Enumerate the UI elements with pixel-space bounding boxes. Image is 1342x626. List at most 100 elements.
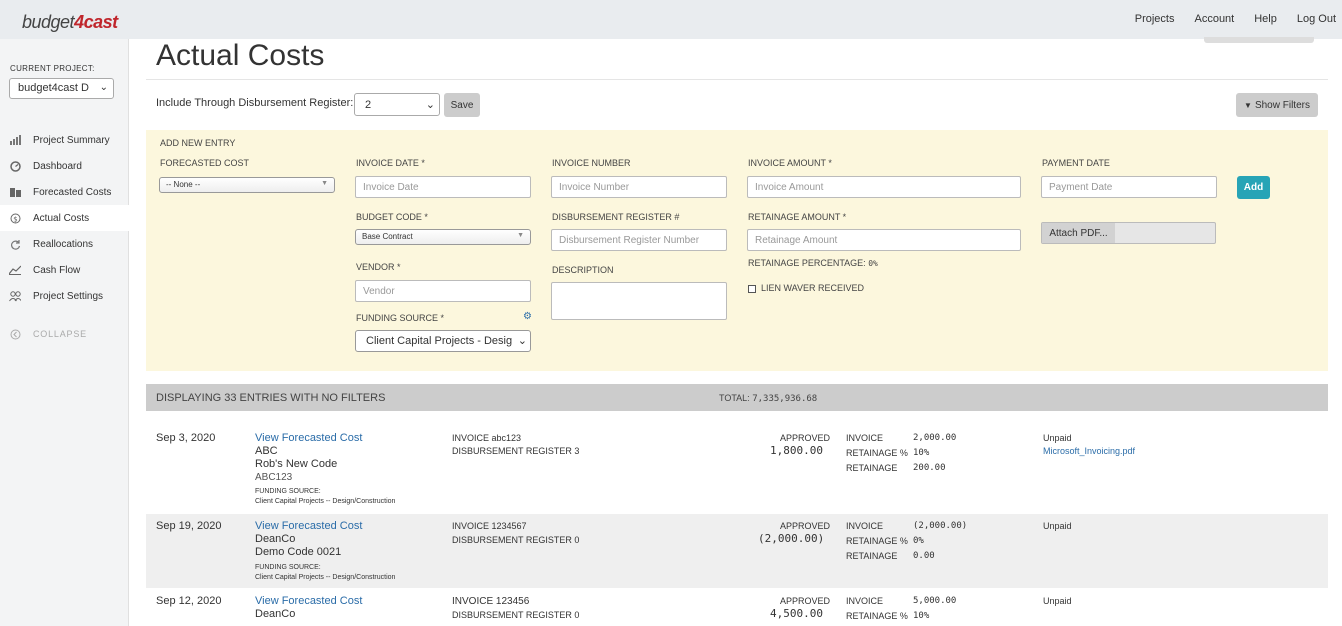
title-divider xyxy=(146,79,1328,80)
gauge-icon xyxy=(9,160,21,172)
save-button[interactable]: Save xyxy=(444,93,480,117)
sidebar-item-label: Actual Costs xyxy=(33,212,90,224)
forecasted-cost-label: FORECASTED COST xyxy=(160,158,250,168)
sidebar-item-cash-flow[interactable]: Cash Flow xyxy=(0,257,129,283)
chevron-down-icon: ▼ xyxy=(517,232,524,239)
entry-date: Sep 19, 2020 xyxy=(156,520,222,532)
users-icon xyxy=(9,290,21,302)
retainage-percentage-text: RETAINAGE PERCENTAGE: xyxy=(748,258,866,268)
entry-disbursement-register: DISBURSEMENT REGISTER 0 xyxy=(452,535,580,545)
collapse-button[interactable]: COLLAPSE xyxy=(9,328,87,340)
brand-logo[interactable]: budget4cast xyxy=(22,12,118,33)
payment-status: Unpaid xyxy=(1043,521,1072,531)
chevron-down-icon: ▼ xyxy=(321,180,328,187)
entry-vendor: DeanCo xyxy=(255,533,296,545)
dollar-icon: $ xyxy=(9,212,21,224)
bar-chart-icon xyxy=(9,134,21,146)
invoice-value: 2,000.00 xyxy=(913,433,957,443)
retainage-pct-key: RETAINAGE % xyxy=(846,536,908,546)
chevron-down-icon: ⌄ xyxy=(425,99,435,111)
approved-label: APPROVED xyxy=(780,596,831,606)
view-forecasted-cost-link[interactable]: View Forecasted Cost xyxy=(255,432,362,444)
top-action-button[interactable] xyxy=(1204,37,1314,43)
funding-source-value: Client Capital Projects -- Design/Constr… xyxy=(255,574,396,581)
approved-value: (2,000.00) xyxy=(758,532,825,545)
forecasted-cost-select[interactable]: -- None -- ▼ xyxy=(159,177,335,193)
invoice-number-input[interactable]: Invoice Number xyxy=(551,176,727,198)
retainage-pct-value: 0% xyxy=(913,536,924,546)
entry-code: ABC123 xyxy=(255,472,293,483)
brand-name-part1: budget xyxy=(22,12,75,32)
description-textarea[interactable] xyxy=(551,282,727,320)
chevron-down-icon: ⌄ xyxy=(99,82,108,93)
sidebar-item-forecasted-costs[interactable]: Forecasted Costs xyxy=(0,179,129,205)
entries-summary-bar: DISPLAYING 33 ENTRIES WITH NO FILTERS TO… xyxy=(146,384,1328,411)
nav-help-link[interactable]: Help xyxy=(1254,13,1277,25)
table-row: Sep 12, 2020 View Forecasted Cost DeanCo… xyxy=(146,589,1328,626)
include-through-label: Include Through Disbursement Register: xyxy=(156,97,354,109)
vendor-label: VENDOR * xyxy=(356,262,401,272)
page-title: Actual Costs xyxy=(156,39,325,72)
invoice-date-label: INVOICE DATE * xyxy=(356,158,425,168)
entry-invoice: INVOICE abc123 xyxy=(452,433,522,443)
sidebar-item-dashboard[interactable]: Dashboard xyxy=(0,153,129,179)
sidebar-item-actual-costs[interactable]: $ Actual Costs xyxy=(0,205,129,231)
collapse-label: COLLAPSE xyxy=(33,329,87,339)
payment-date-input[interactable]: Payment Date xyxy=(1041,176,1217,198)
table-row: Sep 3, 2020 View Forecasted Cost ABC Rob… xyxy=(146,425,1328,513)
line-chart-icon xyxy=(9,264,21,276)
invoice-key: INVOICE xyxy=(846,433,884,443)
nav-projects-link[interactable]: Projects xyxy=(1135,13,1175,25)
disbursement-register-value: 2 xyxy=(365,99,372,111)
sidebar-item-reallocations[interactable]: Reallocations xyxy=(0,231,129,257)
entry-disbursement-register: DISBURSEMENT REGISTER 0 xyxy=(452,610,580,620)
entry-code-name: Rob's New Code xyxy=(255,458,338,470)
budget-code-select[interactable]: Base Contract ▼ xyxy=(355,229,531,245)
vendor-input[interactable]: Vendor xyxy=(355,280,531,302)
budget-code-label: BUDGET CODE * xyxy=(356,212,428,222)
lien-waver-label: LIEN WAVER RECEIVED xyxy=(761,283,865,293)
approved-value: 4,500.00 xyxy=(770,607,823,620)
disbursement-register-select[interactable]: 2 ⌄ xyxy=(354,93,440,116)
attach-pdf-button[interactable]: Attach PDF... xyxy=(1042,223,1115,243)
invoice-date-input[interactable]: Invoice Date xyxy=(355,176,531,198)
funding-source-select[interactable]: Client Capital Projects - Desig ⌄ xyxy=(355,330,531,352)
disbursement-register-label: DISBURSEMENT REGISTER # xyxy=(552,212,680,222)
lien-waver-checkbox[interactable] xyxy=(748,285,756,293)
chevron-left-circle-icon xyxy=(9,328,21,340)
sidebar-item-project-settings[interactable]: Project Settings xyxy=(0,283,129,309)
entry-date: Sep 3, 2020 xyxy=(156,432,216,444)
payment-status: Unpaid xyxy=(1043,596,1072,606)
retainage-pct-value: 10% xyxy=(913,448,930,458)
show-filters-label: Show Filters xyxy=(1254,99,1310,111)
sidebar-item-project-summary[interactable]: Project Summary xyxy=(0,127,129,153)
invoice-key: INVOICE xyxy=(846,521,884,531)
description-label: DESCRIPTION xyxy=(552,265,614,275)
approved-label: APPROVED xyxy=(780,521,831,531)
disbursement-register-input[interactable]: Disbursement Register Number xyxy=(551,229,727,251)
attachment-link[interactable]: Microsoft_Invoicing.pdf xyxy=(1043,446,1135,456)
sidebar-item-label: Project Summary xyxy=(33,134,110,146)
retainage-amount-input[interactable]: Retainage Amount xyxy=(747,229,1021,251)
retainage-key: RETAINAGE xyxy=(846,463,898,473)
approved-value: 1,800.00 xyxy=(770,444,823,457)
show-filters-button[interactable]: ▼ Show Filters xyxy=(1236,93,1318,117)
attach-pdf-field: Attach PDF... xyxy=(1041,222,1216,244)
view-forecasted-cost-link[interactable]: View Forecasted Cost xyxy=(255,520,362,532)
retainage-key: RETAINAGE xyxy=(846,551,898,561)
retainage-pct-key: RETAINAGE % xyxy=(846,611,908,621)
svg-text:$: $ xyxy=(13,215,17,223)
nav-account-link[interactable]: Account xyxy=(1194,13,1234,25)
approved-label: APPROVED xyxy=(780,433,831,443)
current-project-select[interactable]: budget4cast D ⌄ xyxy=(9,78,114,99)
nav-logout-link[interactable]: Log Out xyxy=(1297,13,1336,25)
retainage-percentage-label: RETAINAGE PERCENTAGE: 0% xyxy=(748,258,878,268)
current-project-value: budget4cast D xyxy=(18,82,89,94)
top-bar: budget4cast Projects Account Help Log Ou… xyxy=(0,0,1342,39)
gear-icon[interactable]: ⚙ xyxy=(523,311,532,322)
invoice-amount-input[interactable]: Invoice Amount xyxy=(747,176,1021,198)
top-nav: Projects Account Help Log Out xyxy=(1135,13,1336,25)
add-button[interactable]: Add xyxy=(1237,176,1270,199)
retainage-pct-key: RETAINAGE % xyxy=(846,448,908,458)
view-forecasted-cost-link[interactable]: View Forecasted Cost xyxy=(255,595,362,607)
